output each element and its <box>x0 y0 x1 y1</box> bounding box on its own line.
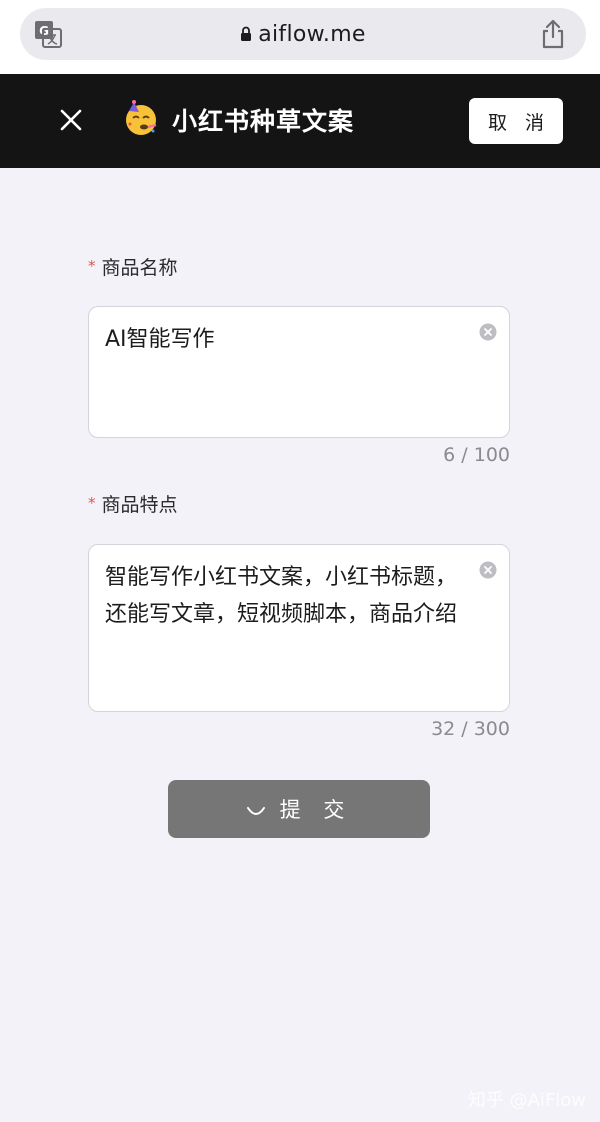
browser-toolbar: G aiflow.me <box>0 0 600 74</box>
cancel-button[interactable]: 取 消 <box>469 98 563 144</box>
required-marker: * <box>88 257 96 275</box>
product-name-label-text: 商品名称 <box>101 257 178 279</box>
watermark: 知乎 @AiFlow <box>467 1090 586 1111</box>
product-features-input[interactable]: 智能写作小红书文案，小红书标题，还能写文章，短视频脚本，商品介绍 <box>88 544 510 712</box>
clear-icon[interactable] <box>479 561 497 579</box>
app-header: 小红书种草文案 取 消 <box>0 74 600 168</box>
product-features-value[interactable]: 智能写作小红书文案，小红书标题，还能写文章，短视频脚本，商品介绍 <box>105 559 469 633</box>
submit-button[interactable]: 提 交 <box>168 780 430 838</box>
url-text[interactable]: aiflow.me <box>258 22 366 47</box>
party-face-emoji-icon <box>126 100 157 135</box>
page-title: 小红书种草文案 <box>172 107 355 136</box>
product-name-label: * 商品名称 <box>88 253 178 280</box>
product-features-label-text: 商品特点 <box>101 494 178 516</box>
product-features-label: * 商品特点 <box>88 490 178 517</box>
product-features-counter: 32 / 300 <box>431 718 510 740</box>
required-marker: * <box>88 494 96 512</box>
product-name-value[interactable]: AI智能写作 <box>105 321 469 358</box>
share-icon[interactable] <box>540 19 566 49</box>
product-name-counter: 6 / 100 <box>443 444 510 466</box>
clear-icon[interactable] <box>479 323 497 341</box>
address-bar[interactable]: G aiflow.me <box>20 8 586 60</box>
close-icon[interactable] <box>58 107 84 133</box>
product-name-input[interactable]: AI智能写作 <box>88 306 510 438</box>
submit-label: 提 交 <box>279 798 353 822</box>
lock-icon <box>241 26 252 41</box>
loading-spinner-icon <box>246 807 265 815</box>
